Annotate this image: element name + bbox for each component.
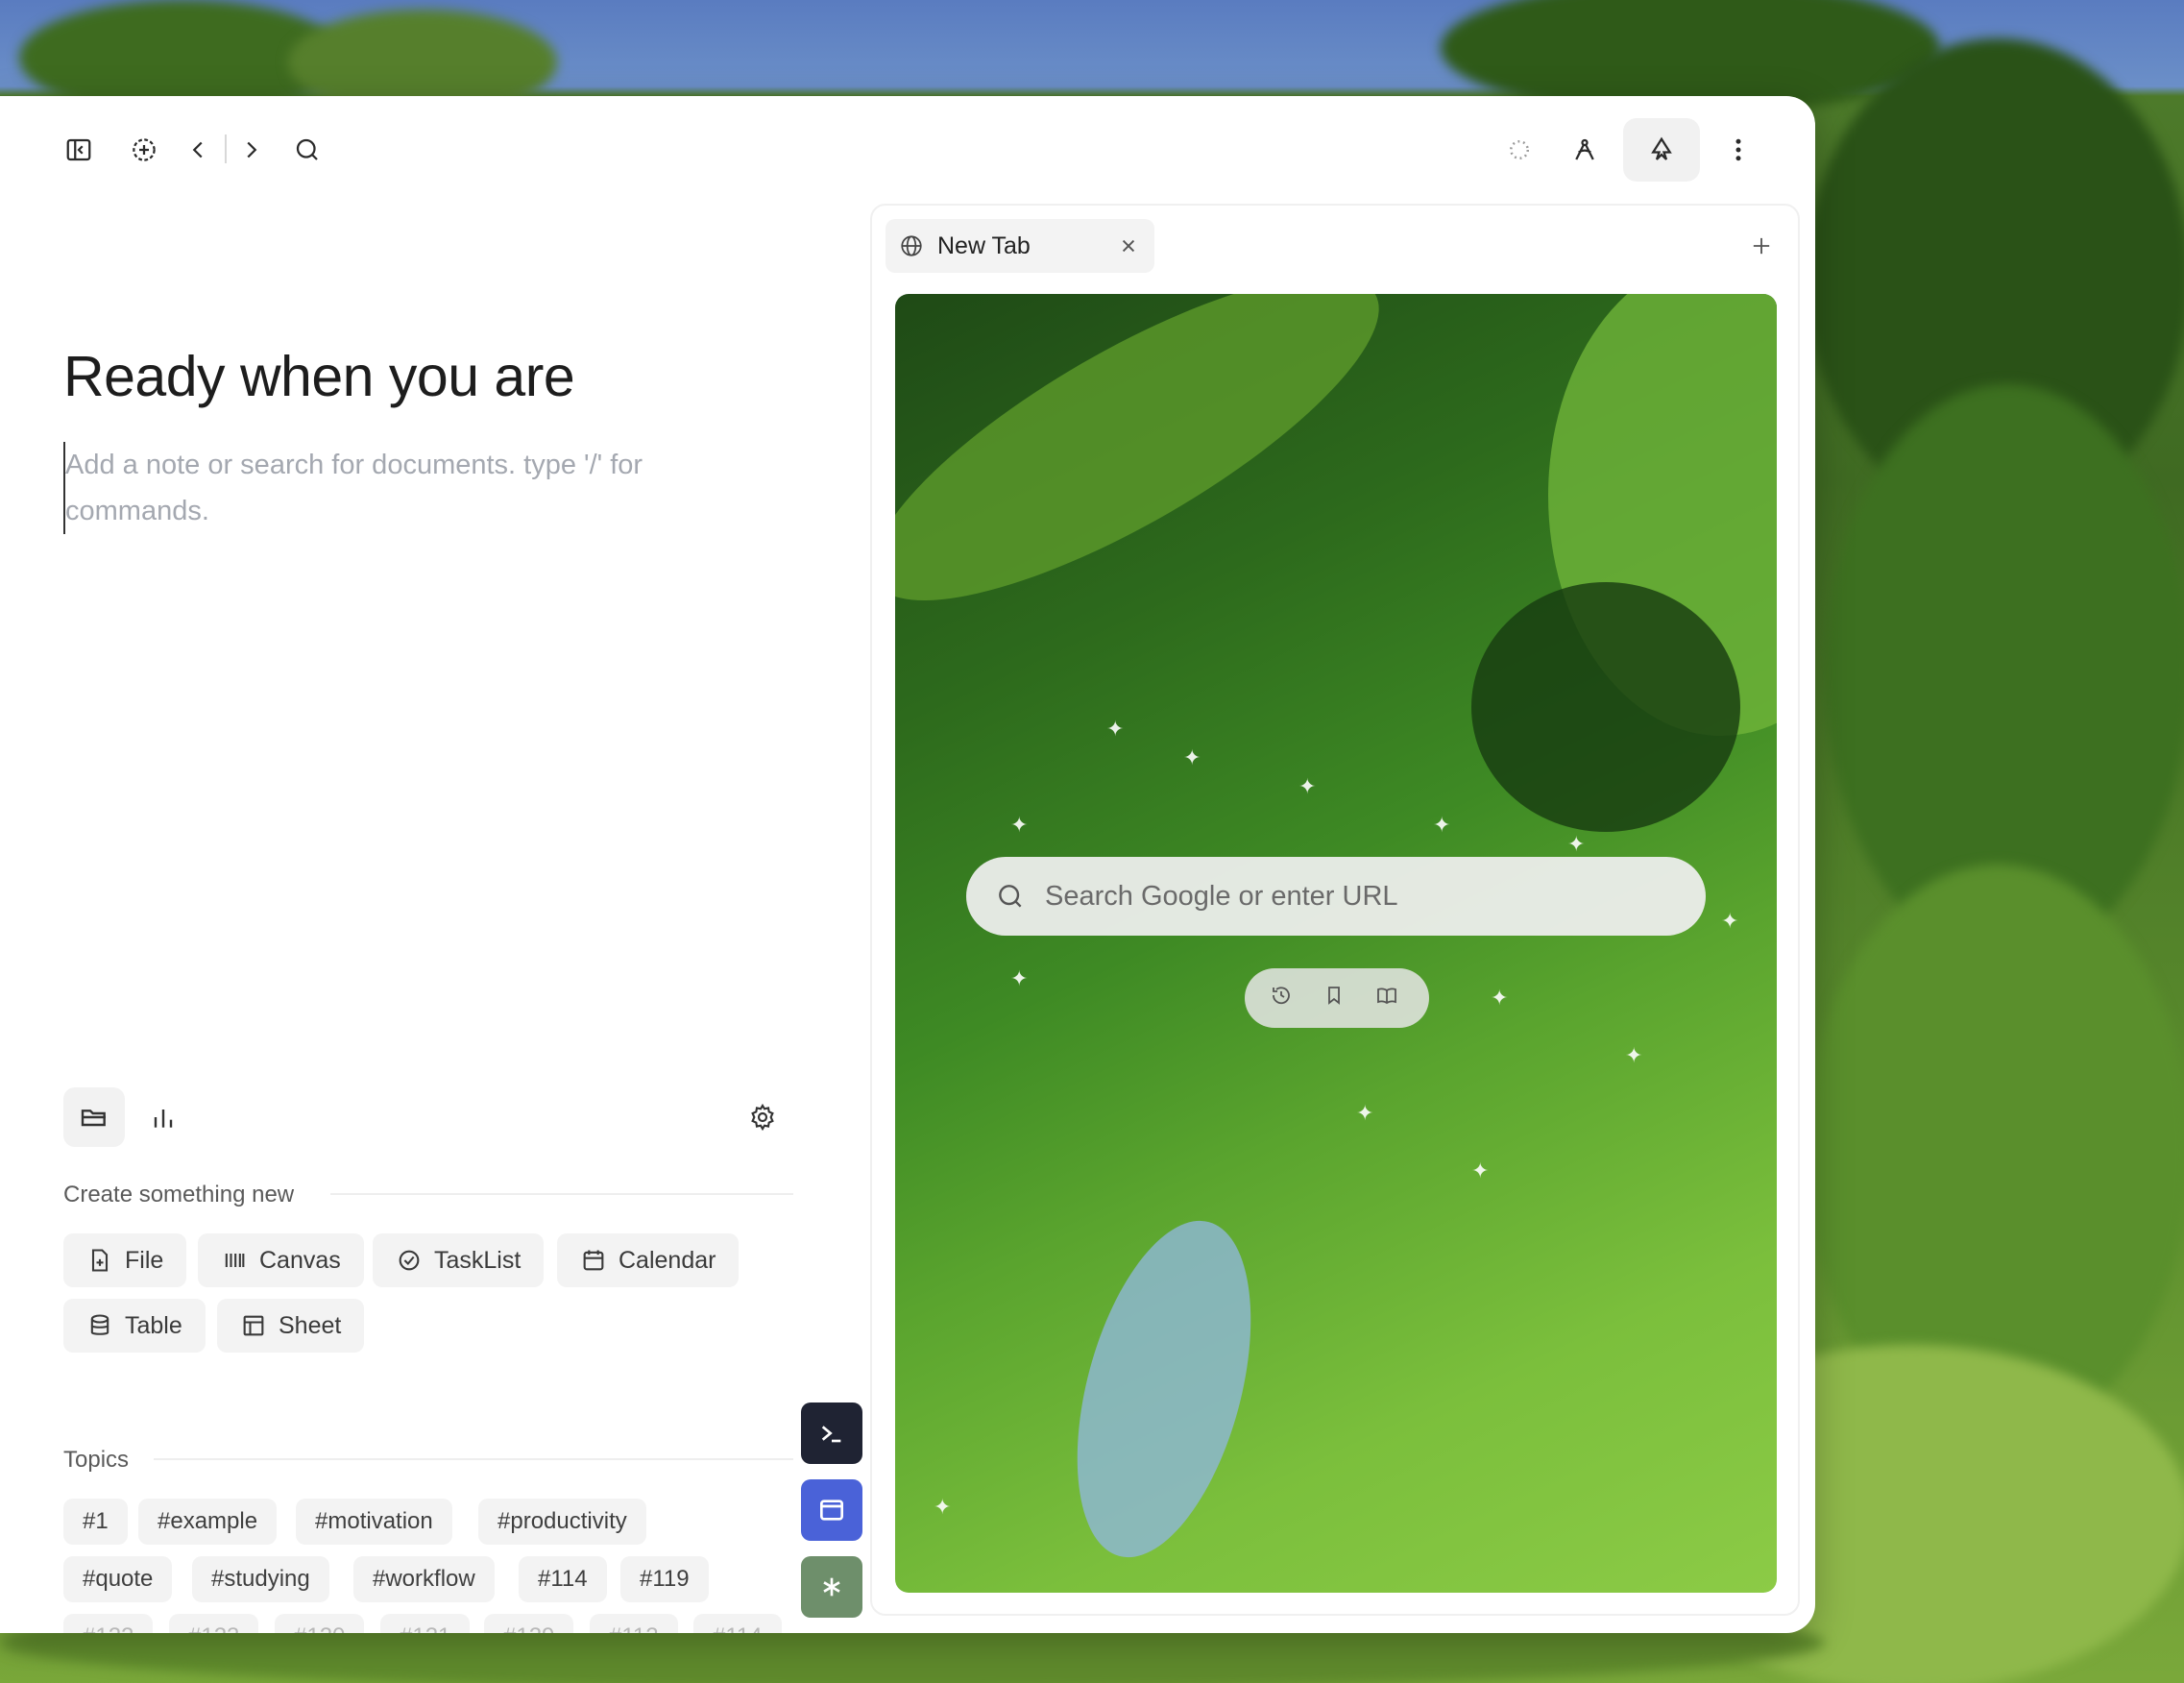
bird: ✦ [1106, 717, 1125, 741]
bird: ✦ [1625, 1043, 1643, 1067]
topic-tag[interactable]: #1 [63, 1499, 128, 1545]
create-file-button[interactable]: File [63, 1233, 187, 1287]
bird: ✦ [934, 1495, 952, 1519]
url-search-box[interactable]: Search Google or enter URL [966, 857, 1706, 936]
create-sheet-button[interactable]: Sheet [217, 1299, 365, 1353]
more-icon[interactable] [1713, 125, 1763, 175]
chip-label: TaskList [434, 1246, 522, 1274]
terminal-icon [821, 1426, 841, 1443]
create-calendar-button[interactable]: Calendar [557, 1233, 740, 1287]
topics-section-label: Topics [63, 1447, 130, 1473]
ai-assistant-icon[interactable] [1560, 125, 1610, 175]
search-icon [999, 885, 1022, 908]
topic-tag[interactable]: #114 [693, 1614, 782, 1633]
terminal-button[interactable] [801, 1402, 862, 1464]
bird: ✦ [1183, 745, 1201, 769]
chip-label: Calendar [619, 1246, 716, 1274]
wallpaper-stroke [1471, 582, 1740, 832]
topic-tag[interactable]: #119 [620, 1556, 709, 1602]
topic-tag[interactable]: #129 [484, 1614, 574, 1633]
note-input[interactable]: Add a note or search for documents. type… [63, 442, 736, 534]
topic-tag[interactable]: #112 [590, 1614, 678, 1633]
section-divider [330, 1193, 793, 1195]
settings-button[interactable] [732, 1087, 793, 1147]
web-panel-icon[interactable] [1623, 118, 1700, 182]
history-icon[interactable] [1270, 984, 1298, 1012]
wallpaper-stroke [1045, 1202, 1283, 1576]
bird: ✦ [1433, 813, 1451, 837]
chip-label: Canvas [259, 1246, 341, 1274]
create-tasklist-button[interactable]: TaskList [373, 1233, 545, 1287]
tab-title: New Tab [937, 232, 1031, 259]
browser-panel: New Tab ✦ ✦ ✦ ✦ ✦ ✦ ✦ ✦ ✦ ✦ ✦ ✦ ✦ Search… [870, 204, 1800, 1616]
bird: ✦ [1471, 1159, 1490, 1183]
chip-label: File [125, 1246, 164, 1274]
search-icon[interactable] [282, 125, 332, 175]
forward-icon[interactable] [227, 125, 277, 175]
bird: ✦ [1010, 966, 1029, 990]
bird: ✦ [1721, 909, 1739, 933]
topic-tag[interactable]: #motivation [296, 1499, 452, 1545]
calendar-icon [583, 1250, 604, 1271]
window-button[interactable] [801, 1479, 862, 1541]
topic-tag[interactable]: #120 [275, 1614, 365, 1633]
bird: ✦ [1010, 813, 1029, 837]
window-icon [820, 1500, 843, 1521]
plus-icon [1753, 237, 1770, 255]
check-circle-icon [399, 1250, 420, 1271]
page-title: Ready when you are [63, 345, 575, 408]
sidebar-toggle-icon[interactable] [54, 125, 104, 175]
asterisk-button[interactable] [801, 1556, 862, 1618]
chip-label: Table [125, 1311, 182, 1339]
new-tab-button[interactable] [1744, 229, 1779, 263]
url-placeholder: Search Google or enter URL [1045, 880, 1398, 912]
topic-tag[interactable]: #productivity [478, 1499, 646, 1545]
topic-tag[interactable]: #studying [192, 1556, 329, 1602]
quick-actions-bar [1245, 968, 1429, 1028]
topic-tag[interactable]: #122 [63, 1614, 154, 1633]
create-canvas-button[interactable]: Canvas [198, 1233, 364, 1287]
close-icon[interactable] [1116, 233, 1141, 258]
bird: ✦ [1356, 1101, 1374, 1125]
bird: ✦ [1567, 832, 1586, 856]
bookmark-icon[interactable] [1323, 984, 1351, 1012]
chip-label: Sheet [279, 1311, 342, 1339]
asterisk-icon [823, 1577, 840, 1597]
bird: ✦ [1491, 986, 1509, 1010]
topic-tag[interactable]: #123 [169, 1614, 259, 1633]
reading-list-icon[interactable] [1375, 984, 1404, 1012]
topic-tag[interactable]: #quote [63, 1556, 173, 1602]
database-icon [90, 1314, 109, 1335]
globe-icon [901, 235, 922, 256]
topic-tag[interactable]: #114 [519, 1556, 607, 1602]
folder-view-button[interactable] [63, 1087, 125, 1147]
bar-chart-icon [154, 1110, 173, 1128]
wallpaper-stroke [895, 294, 1419, 657]
canvas-icon [225, 1254, 245, 1267]
create-table-button[interactable]: Table [63, 1299, 206, 1353]
sheet-icon [243, 1315, 264, 1336]
new-tab-page: ✦ ✦ ✦ ✦ ✦ ✦ ✦ ✦ ✦ ✦ ✦ ✦ ✦ Search Google … [895, 294, 1777, 1593]
gear-icon [751, 1103, 774, 1132]
topic-tag[interactable]: #121 [380, 1614, 471, 1633]
folder-open-icon [81, 1110, 106, 1127]
back-icon[interactable] [173, 125, 223, 175]
stats-view-button[interactable] [133, 1087, 194, 1147]
app-window: Ready when you are Add a note or search … [0, 96, 1815, 1633]
topic-tag[interactable]: #workflow [353, 1556, 495, 1602]
bird: ✦ [1298, 774, 1317, 798]
file-plus-icon [91, 1249, 109, 1272]
topic-tag[interactable]: #example [138, 1499, 278, 1545]
section-divider [154, 1458, 793, 1460]
create-section-label: Create something new [63, 1182, 295, 1207]
new-note-icon[interactable] [119, 125, 169, 175]
loading-spinner-icon [1494, 125, 1544, 175]
browser-tab[interactable]: New Tab [886, 219, 1154, 273]
